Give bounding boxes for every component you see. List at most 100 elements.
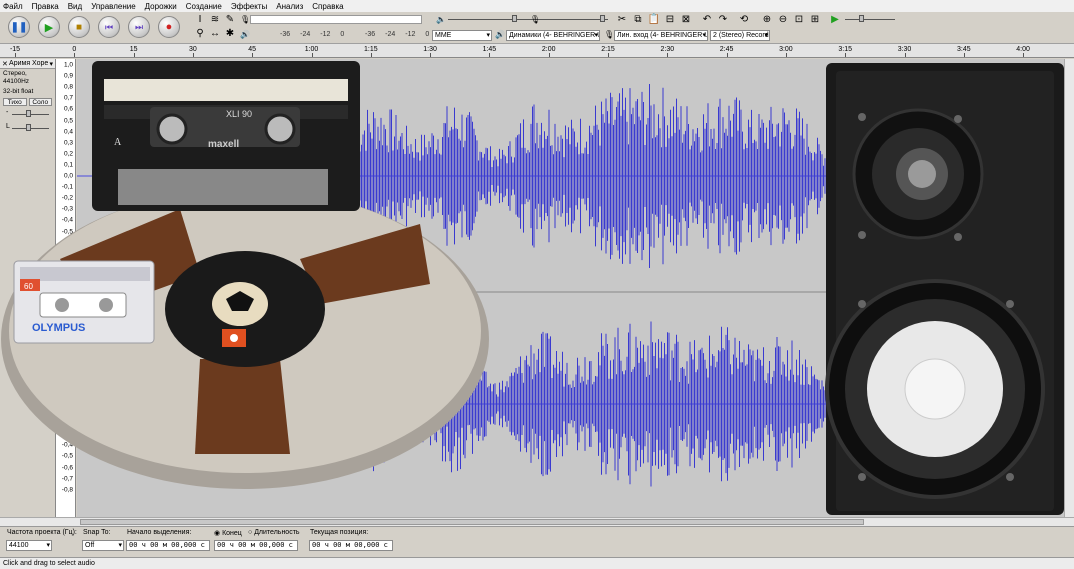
- horizontal-scroll-thumb[interactable]: [80, 519, 864, 525]
- audio-host-select[interactable]: MME: [432, 30, 492, 41]
- ruler-tick-label: 15: [129, 46, 138, 53]
- ruler-tick-label: 4:00: [1016, 46, 1030, 53]
- amplitude-tick: 0,6: [63, 330, 73, 338]
- menu-item-4[interactable]: Дорожки: [145, 2, 177, 11]
- menu-item-3[interactable]: Управление: [91, 2, 135, 11]
- menu-item-1[interactable]: Правка: [32, 2, 59, 11]
- play-button[interactable]: ▶: [38, 16, 60, 38]
- ruler-tick-label: 3:15: [838, 46, 852, 53]
- amplitude-tick: 0,9: [63, 72, 73, 80]
- menu-item-6[interactable]: Эффекты: [231, 2, 267, 11]
- ruler-tick-mark: [430, 53, 432, 57]
- undo-icon[interactable]: ↶: [700, 14, 714, 26]
- meter-tick: -12: [405, 31, 416, 38]
- pause-button[interactable]: ❚❚: [8, 16, 30, 38]
- menu-item-0[interactable]: Файл: [3, 2, 23, 11]
- track-info-format: Стерео, 44100Hz: [3, 70, 30, 85]
- sync-lock-icon[interactable]: ⟲: [737, 14, 751, 26]
- microphone-icon: 🎙: [604, 30, 615, 39]
- track-header[interactable]: ✕ Аримя Хоре ▾: [0, 59, 55, 69]
- amplitude-tick: -0,7: [61, 250, 73, 258]
- audio-position-label: Текущая позиция:: [310, 529, 369, 536]
- mute-button[interactable]: Тихо: [3, 98, 27, 106]
- horizontal-scrollbar[interactable]: [0, 517, 1074, 526]
- fit-project-icon[interactable]: ⊞: [808, 14, 822, 26]
- skip-start-icon: ⏮: [104, 21, 114, 32]
- meter-tick: 0: [340, 31, 345, 38]
- audio-position-field[interactable]: 00 ч 00 м 00,000 с: [309, 540, 393, 551]
- menu-item-5[interactable]: Создание: [186, 2, 222, 11]
- project-rate-select[interactable]: 44100: [6, 540, 52, 551]
- timeline-ruler[interactable]: -15 0 15 30 45 1:00 1:15 1:30 1:45 2:00 2:15 2:30 2:…: [0, 44, 1074, 58]
- record-meter-icon: 🎙: [240, 15, 251, 24]
- selection-start-field[interactable]: 00 ч 00 м 00,000 с: [126, 540, 210, 551]
- ruler-tick-mark: [370, 53, 372, 57]
- skip-end-button[interactable]: ⏭: [128, 16, 150, 38]
- input-device-select[interactable]: Лин. вход (4- BEHRINGER US: [614, 30, 708, 41]
- menu-item-8[interactable]: Справка: [312, 2, 343, 11]
- stop-icon: ■: [75, 21, 83, 33]
- skip-end-icon: ⏭: [134, 21, 144, 32]
- ruler-tick-label: 45: [248, 46, 257, 53]
- play-at-speed-icon[interactable]: ▶: [828, 14, 842, 26]
- skip-start-button[interactable]: ⏮: [98, 16, 120, 38]
- selection-toolbar: Частота проекта (Гц): 44100 Snap To: Off…: [0, 526, 1074, 557]
- copy-icon[interactable]: ⧉: [631, 14, 645, 26]
- amplitude-tick: 0,8: [63, 83, 73, 91]
- zoom-in-icon[interactable]: ⊕: [760, 14, 774, 26]
- amplitude-tick: 0,4: [63, 353, 73, 360]
- channels-select[interactable]: 2 (Stereo) Record: [710, 30, 770, 41]
- zoom-tool-icon[interactable]: ⚲: [193, 28, 207, 40]
- gain-slider[interactable]: -: [6, 109, 49, 117]
- track-menu-chevron-icon[interactable]: ▾: [49, 60, 53, 68]
- output-device-select[interactable]: Динамики (4- BEHRINGER USI: [506, 30, 600, 41]
- amplitude-tick: 0,5: [63, 341, 73, 349]
- ruler-tick-label: 1:00: [304, 46, 319, 53]
- silence-icon[interactable]: ⊠: [679, 14, 693, 26]
- waveform-area[interactable]: [77, 59, 1064, 517]
- amplitude-tick: -0,6: [61, 239, 73, 247]
- input-volume-slider[interactable]: [540, 15, 606, 22]
- status-bar: Click and drag to select audio: [0, 557, 1074, 569]
- fit-selection-icon[interactable]: ⊡: [792, 14, 806, 26]
- length-radio-label: Длительность: [254, 529, 300, 536]
- multi-tool-icon[interactable]: ✱: [223, 28, 237, 40]
- end-radio[interactable]: ◉ Конец: [214, 529, 242, 537]
- envelope-tool-icon[interactable]: ≋: [208, 14, 222, 26]
- trim-icon[interactable]: ⊟: [663, 14, 677, 26]
- amplitude-tick: -0,3: [61, 205, 73, 213]
- redo-icon[interactable]: ↷: [716, 14, 730, 26]
- record-button[interactable]: ●: [158, 16, 180, 38]
- ruler-tick-mark: [489, 53, 491, 57]
- timeshift-tool-icon[interactable]: ↔: [208, 28, 222, 40]
- record-meter[interactable]: [250, 15, 422, 24]
- selection-end-field[interactable]: 00 ч 00 м 00,000 с: [214, 540, 298, 551]
- amplitude-tick: -0,5: [61, 228, 73, 235]
- amplitude-tick: -0,3: [61, 430, 73, 438]
- solo-button[interactable]: Соло: [28, 98, 52, 106]
- pan-slider[interactable]: L: [6, 123, 49, 131]
- menu-item-2[interactable]: Вид: [68, 2, 82, 11]
- paste-icon[interactable]: 📋: [647, 14, 661, 26]
- stop-button[interactable]: ■: [68, 16, 90, 38]
- track-name[interactable]: Аримя Хоре: [9, 60, 48, 67]
- amplitude-tick: -0,4: [61, 441, 73, 449]
- amplitude-tick: 0,7: [63, 94, 73, 102]
- pause-icon: ❚❚: [10, 21, 28, 33]
- selection-tool-icon[interactable]: I: [193, 14, 207, 26]
- vertical-scrollbar[interactable]: [1064, 59, 1074, 517]
- ruler-tick-label: -15: [9, 46, 21, 53]
- selection-start-label: Начало выделения:: [127, 529, 192, 536]
- project-rate-label: Частота проекта (Гц):: [7, 529, 77, 536]
- amplitude-tick: -0,2: [61, 194, 73, 202]
- draw-tool-icon[interactable]: ✎: [223, 14, 237, 26]
- play-speed-slider[interactable]: [845, 15, 895, 22]
- snap-to-select[interactable]: Off: [82, 540, 124, 551]
- cut-icon[interactable]: ✂: [615, 14, 629, 26]
- zoom-out-icon[interactable]: ⊖: [776, 14, 790, 26]
- ruler-tick-mark: [192, 53, 194, 57]
- close-track-icon[interactable]: ✕: [2, 60, 8, 68]
- ruler-tick-mark: [667, 53, 669, 57]
- menu-item-7[interactable]: Анализ: [276, 2, 303, 11]
- length-radio[interactable]: ○ Длительность: [248, 529, 300, 536]
